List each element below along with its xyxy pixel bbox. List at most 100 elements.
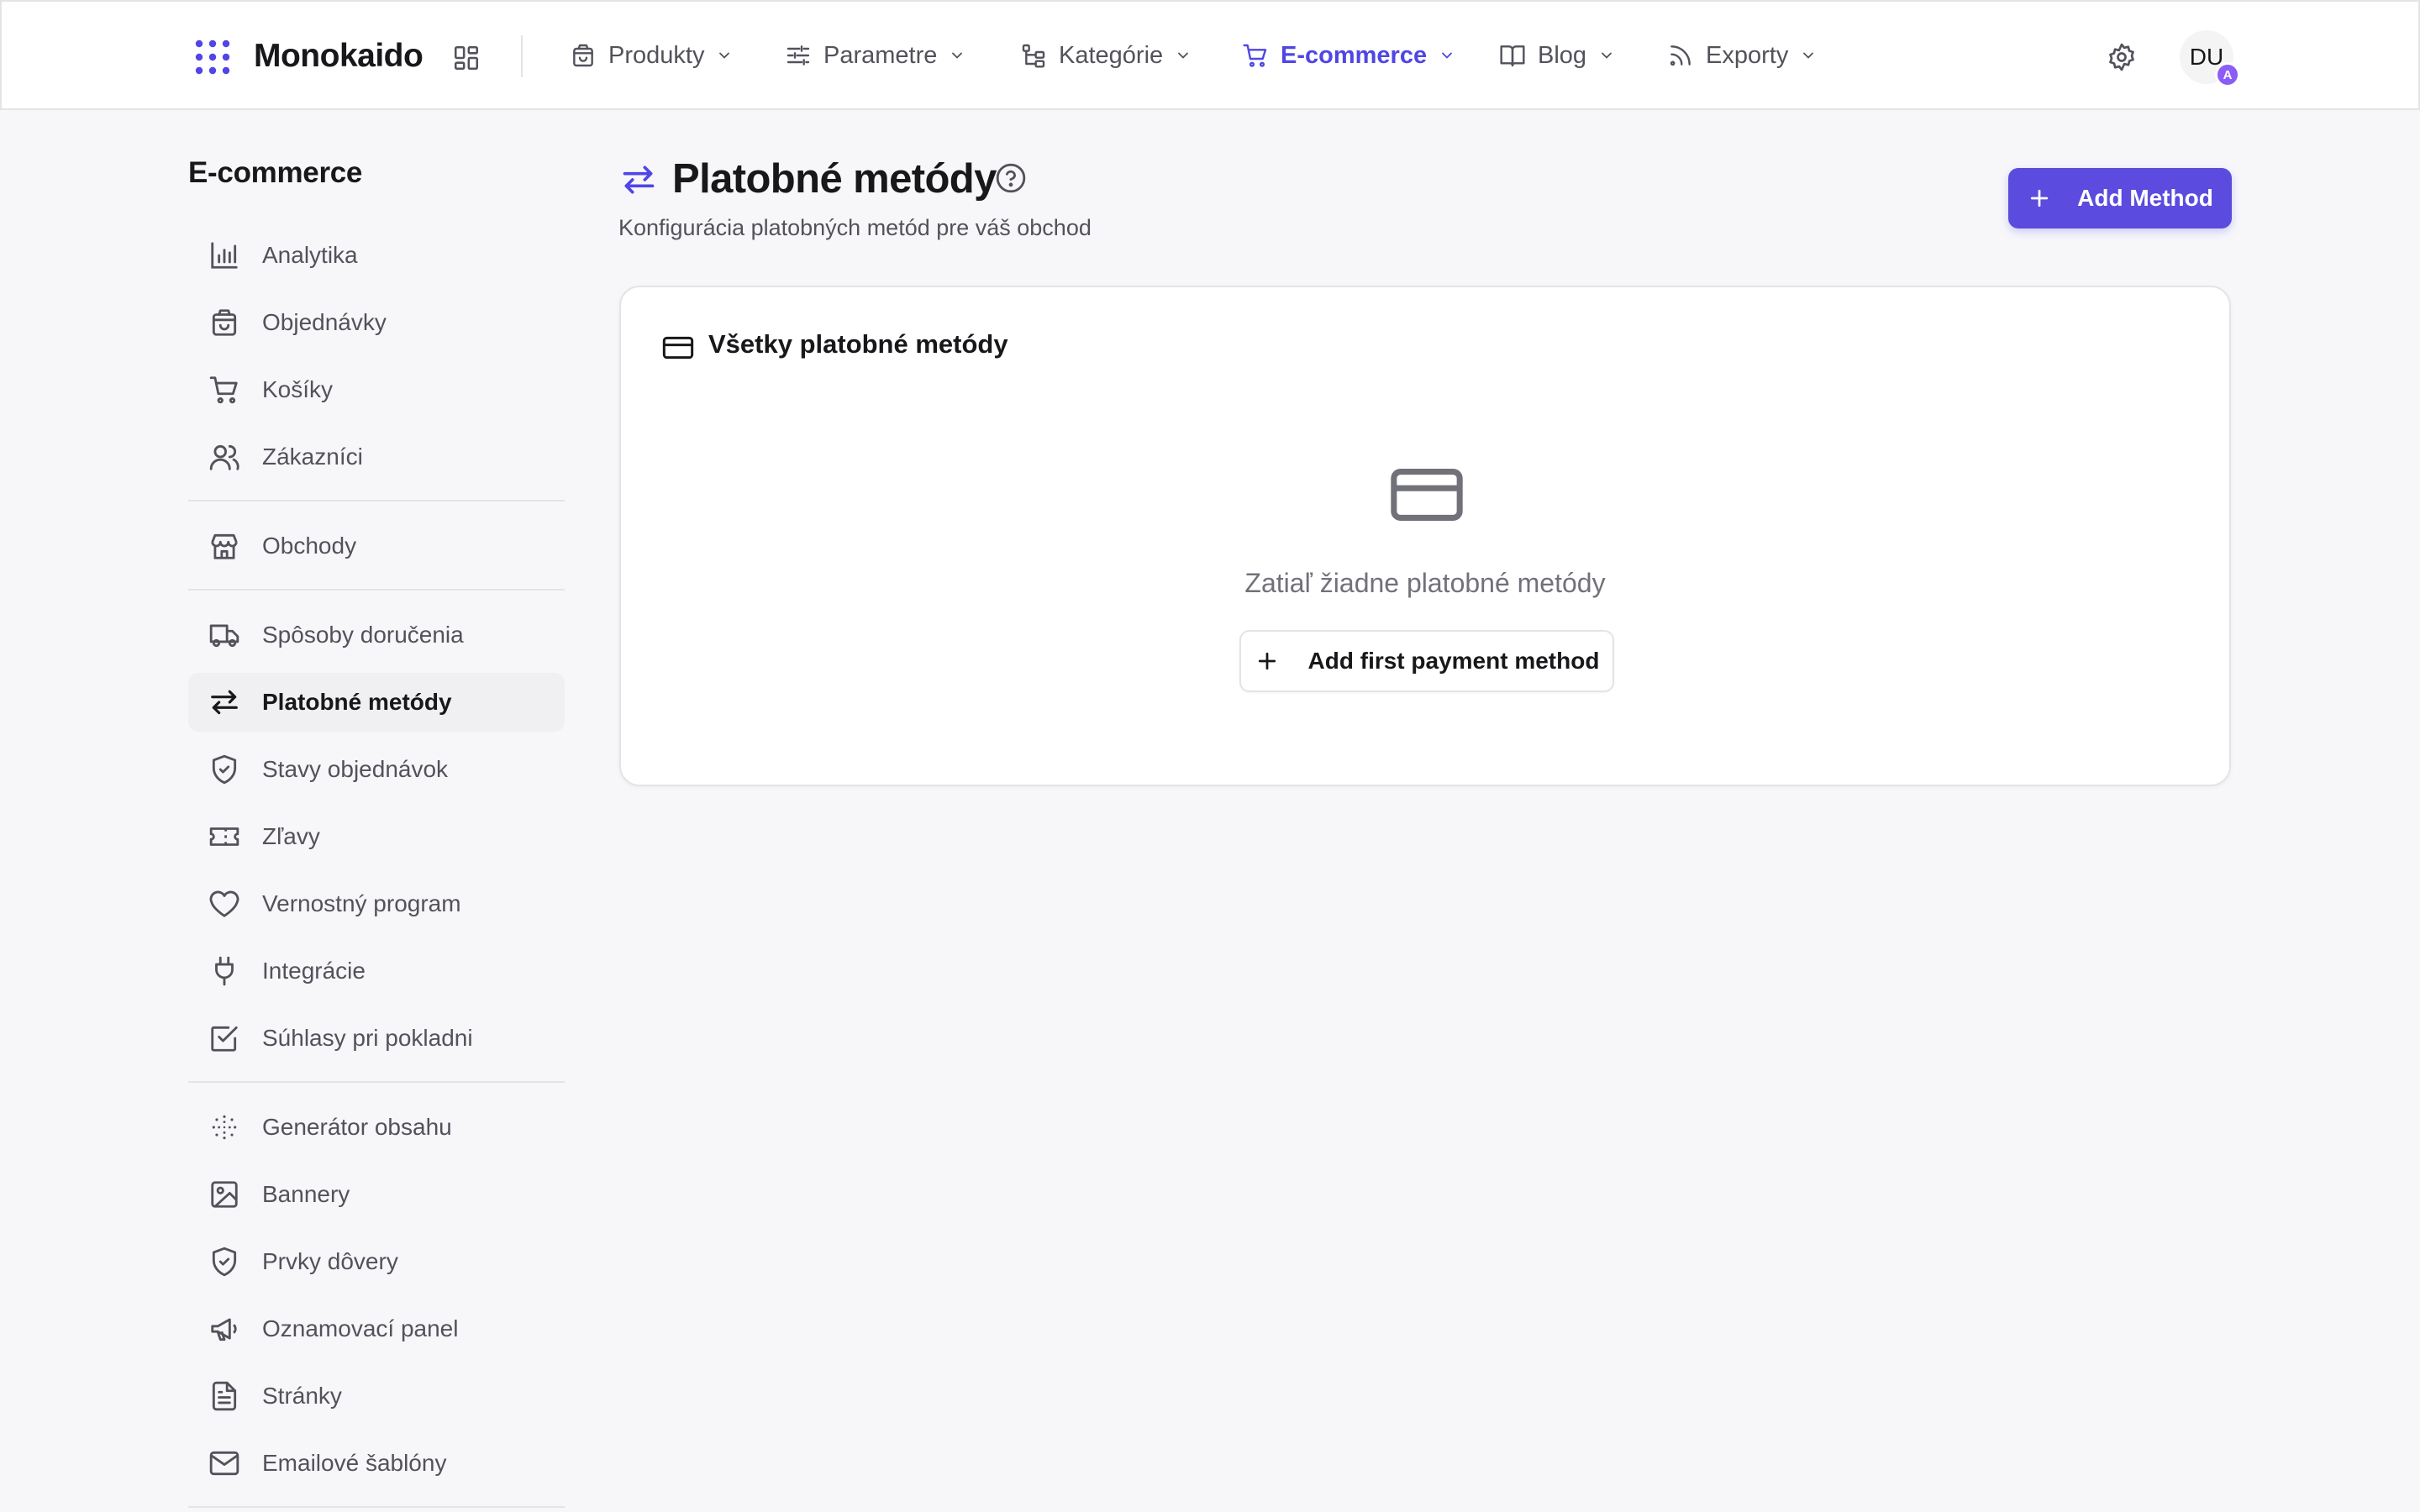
sidebar-item-obchody[interactable]: Obchody — [188, 517, 565, 575]
sidebar-divider — [188, 500, 565, 501]
page-subtitle: Konfigurácia platobných metód pre váš ob… — [618, 215, 1092, 240]
add-first-payment-method-button[interactable]: Add first payment method — [1239, 630, 1614, 692]
sidebar-title: E-commerce — [188, 156, 363, 189]
sidebar-item-objednavky[interactable]: Objednávky — [188, 293, 565, 352]
sidebar-item-oznamovaci-panel[interactable]: Oznamovací panel — [188, 1299, 565, 1358]
book-icon — [1499, 42, 1526, 69]
sidebar-item-platobne-metody[interactable]: Platobné metódy — [188, 673, 565, 732]
credit-card-icon — [1387, 455, 1466, 534]
sidebar-item-label: Analytika — [262, 242, 358, 268]
arrows-exchange-icon — [208, 686, 240, 718]
sidebar-item-label: Prvky dôvery — [262, 1248, 398, 1274]
sidebar-item-prvky-dovery[interactable]: Prvky dôvery — [188, 1232, 565, 1291]
sidebar-item-label: Stránky — [262, 1383, 342, 1409]
sidebar-item-kosiky[interactable]: Košíky — [188, 360, 565, 419]
shield-check-icon — [208, 753, 240, 785]
truck-icon — [208, 619, 240, 651]
sidebar-item-label: Spôsoby doručenia — [262, 622, 464, 648]
sidebar-divider — [188, 1081, 565, 1083]
credit-card-icon — [661, 331, 695, 365]
sidebar-item-analytika[interactable]: Analytika — [188, 226, 565, 285]
sidebar-item-label: Objednávky — [262, 309, 387, 335]
help-circle-icon[interactable] — [995, 162, 1027, 194]
sidebar-item-label: Zákazníci — [262, 444, 363, 470]
payment-methods-card: Všetky platobné metódy Zatiaľ žiadne pla… — [619, 286, 2231, 786]
sidebar-item-zakaznici[interactable]: Zákazníci — [188, 428, 565, 486]
sidebar-item-label: Oznamovací panel — [262, 1315, 459, 1341]
nav-parametre[interactable]: Parametre — [785, 32, 965, 79]
card-title: Všetky platobné metódy — [708, 329, 1008, 359]
apps-grid-icon[interactable] — [452, 44, 481, 72]
sidebar-item-integracie[interactable]: Integrácie — [188, 942, 565, 1000]
nav-label: Produkty — [608, 41, 705, 69]
sidebar-item-label: Stavy objednávok — [262, 756, 449, 782]
sidebar-item-stranky[interactable]: Stránky — [188, 1367, 565, 1425]
gear-icon[interactable] — [2107, 42, 2137, 72]
chevron-down-icon — [1598, 47, 1615, 64]
nav-produkty[interactable]: Produkty — [570, 32, 733, 79]
nav-ecommerce[interactable]: E-commerce — [1242, 32, 1455, 79]
sidebar-item-bannery[interactable]: Bannery — [188, 1165, 565, 1224]
avatar-badge: A — [2215, 62, 2240, 87]
shopping-bag-icon — [208, 307, 240, 339]
store-icon — [208, 530, 240, 562]
sliders-icon — [785, 42, 812, 69]
nav-kategorie[interactable]: Kategórie — [1020, 32, 1192, 79]
sidebar-item-label: Emailové šablóny — [262, 1450, 447, 1476]
ticket-icon — [208, 821, 240, 853]
page-title: Platobné metódy — [672, 156, 997, 202]
sidebar-item-vernostny-program[interactable]: Vernostný program — [188, 874, 565, 933]
avatar[interactable]: DU A — [2180, 30, 2240, 87]
tree-icon — [1020, 42, 1047, 69]
plug-icon — [208, 955, 240, 987]
sidebar-item-zlavy[interactable]: Zľavy — [188, 807, 565, 866]
sidebar-item-label: Zľavy — [262, 823, 320, 849]
sidebar-item-generator-obsahu[interactable]: Generátor obsahu — [188, 1098, 565, 1157]
brand-name[interactable]: Monokaido — [254, 35, 424, 77]
sidebar-item-label: Košíky — [262, 376, 334, 402]
chevron-down-icon — [949, 47, 965, 64]
sidebar-item-label: Platobné metódy — [262, 689, 452, 715]
nav-blog[interactable]: Blog — [1499, 32, 1615, 79]
add-method-button[interactable]: Add Method — [2008, 168, 2232, 228]
dots-circle-icon — [208, 1111, 240, 1143]
sidebar-item-emailove-sablony[interactable]: Emailové šablóny — [188, 1434, 565, 1493]
nav-label: Blog — [1538, 41, 1587, 69]
sidebar-divider — [188, 589, 565, 591]
heart-icon — [208, 888, 240, 920]
image-icon — [208, 1179, 240, 1210]
checkbox-icon — [208, 1022, 240, 1054]
nav-exporty[interactable]: Exporty — [1667, 32, 1817, 79]
arrows-exchange-icon — [620, 161, 657, 198]
cart-icon — [1242, 42, 1269, 69]
rss-icon — [1667, 42, 1694, 69]
bar-chart-icon — [208, 239, 240, 271]
sidebar-item-sposoby-dorucenia[interactable]: Spôsoby doručenia — [188, 606, 565, 664]
add-method-label: Add Method — [2077, 185, 2213, 211]
megaphone-icon — [208, 1313, 240, 1345]
nav-label: Parametre — [823, 41, 938, 69]
chevron-down-icon — [1175, 47, 1192, 64]
plus-icon — [1255, 648, 1280, 674]
users-icon — [208, 441, 240, 473]
logo-dots-icon — [193, 38, 232, 76]
sidebar-item-label: Súhlasy pri pokladni — [262, 1025, 473, 1051]
nav-label: Exporty — [1706, 41, 1789, 69]
cart-icon — [208, 374, 240, 406]
file-text-icon — [208, 1380, 240, 1412]
add-first-label: Add first payment method — [1307, 648, 1600, 674]
sidebar-divider — [188, 1506, 565, 1508]
sidebar-item-suhlasy-pri-pokladni[interactable]: Súhlasy pri pokladni — [188, 1009, 565, 1068]
shield-check-icon — [208, 1246, 240, 1278]
sidebar-item-label: Generátor obsahu — [262, 1114, 452, 1140]
sidebar-item-stavy-objednavok[interactable]: Stavy objednávok — [188, 740, 565, 799]
chevron-down-icon — [1439, 47, 1455, 64]
sidebar-item-label: Integrácie — [262, 958, 366, 984]
nav-separator — [521, 35, 523, 77]
sidebar-item-label: Vernostný program — [262, 890, 461, 916]
plus-icon — [2027, 186, 2052, 211]
nav-label: E-commerce — [1281, 41, 1428, 69]
chevron-down-icon — [716, 47, 733, 64]
shopping-bag-icon — [570, 42, 597, 69]
sidebar-item-label: Obchody — [262, 533, 357, 559]
